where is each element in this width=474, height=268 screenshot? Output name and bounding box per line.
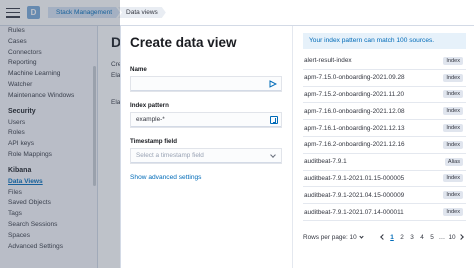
source-type-badge: Index: [443, 124, 463, 133]
list-item: auditbeat-7.9.1-2021.04.15-000009 Index: [303, 187, 466, 205]
source-name: auditbeat-7.9.1-2021.01.15-000005: [304, 174, 405, 182]
source-name: auditbeat-7.9.1-2021.07.14-000011: [304, 208, 404, 216]
breadcrumb-data-views: Data views: [118, 7, 166, 18]
timestamp-placeholder: Select a timestamp field: [136, 152, 204, 159]
timestamp-select[interactable]: Select a timestamp field: [130, 148, 282, 164]
show-advanced-settings-link[interactable]: Show advanced settings: [130, 173, 282, 183]
source-name: alert-result-index: [304, 57, 352, 65]
page-5-button[interactable]: 5: [427, 234, 437, 241]
flyout-form: Create data view Name Index pattern exam…: [121, 26, 293, 268]
source-name: auditbeat-7.9.1: [304, 158, 347, 166]
page-2-button[interactable]: 2: [397, 234, 407, 241]
source-name: apm-7.16.2-onboarding-2021.12.16: [304, 141, 405, 149]
page-4-button[interactable]: 4: [417, 234, 427, 241]
list-item: apm-7.16.1-onboarding-2021.12.13 Index: [303, 120, 466, 137]
timestamp-label: Timestamp field: [130, 138, 177, 145]
source-name: apm-7.15.2-onboarding-2021.11.20: [304, 90, 405, 98]
flyout-title: Create data view: [130, 35, 237, 50]
index-pattern-value: example-*: [136, 116, 165, 123]
source-type-badge: Index: [443, 140, 463, 149]
rows-per-page-button[interactable]: Rows per page: 10: [303, 233, 364, 241]
chevron-down-icon: [270, 152, 276, 158]
source-type-badge: Index: [443, 73, 463, 82]
overlay-mask[interactable]: [0, 0, 120, 268]
list-item: apm-7.16.2-onboarding-2021.12.16 Index: [303, 137, 466, 154]
source-type-badge: Index: [443, 56, 463, 65]
source-name: apm-7.16.0-onboarding-2021.12.08: [304, 107, 405, 115]
source-type-badge: Index: [443, 107, 463, 116]
index-pattern-label: Index pattern: [130, 102, 169, 109]
cursor-indicator-icon: [269, 80, 277, 88]
pagination: Rows per page: 10 1 2 3 4 5 … 10: [303, 232, 467, 242]
list-item: apm-7.15.0-onboarding-2021.09.28 Index: [303, 70, 466, 87]
page-buttons: 1 2 3 4 5 … 10: [377, 232, 467, 242]
source-type-badge: Alias: [444, 157, 463, 166]
next-page-icon[interactable]: [457, 232, 467, 242]
list-item: apm-7.15.2-onboarding-2021.11.20 Index: [303, 87, 466, 104]
source-name: apm-7.15.0-onboarding-2021.09.28: [304, 74, 405, 82]
source-type-badge: Index: [443, 174, 463, 183]
source-name: auditbeat-7.9.1-2021.04.15-000009: [304, 191, 405, 199]
index-pattern-preview: Your index pattern can match 100 sources…: [293, 26, 474, 268]
page-1-button[interactable]: 1: [387, 234, 397, 241]
page-10-button[interactable]: 10: [447, 234, 457, 241]
name-label: Name: [130, 66, 147, 73]
ellipsis: …: [438, 233, 446, 241]
create-data-view-flyout: Create data view Name Index pattern exam…: [120, 26, 474, 268]
chevron-down-icon: [359, 233, 364, 239]
source-type-badge: Index: [443, 90, 463, 99]
list-item: apm-7.16.0-onboarding-2021.12.08 Index: [303, 103, 466, 121]
source-type-badge: Index: [443, 208, 463, 217]
list-item: auditbeat-7.9.1 Alias: [303, 154, 466, 171]
match-callout: Your index pattern can match 100 sources…: [303, 33, 466, 49]
clipboard-icon[interactable]: [270, 116, 278, 124]
list-item: alert-result-index Index: [303, 53, 466, 70]
name-field[interactable]: [130, 76, 282, 92]
source-type-badge: Index: [443, 191, 463, 200]
previous-page-icon[interactable]: [377, 232, 387, 242]
list-item: auditbeat-7.9.1-2021.07.14-000011 Index: [303, 204, 466, 221]
index-pattern-field[interactable]: example-*: [130, 112, 282, 128]
page-3-button[interactable]: 3: [407, 234, 417, 241]
sources-list: alert-result-index Index apm-7.15.0-onboar…: [303, 53, 466, 221]
list-item: auditbeat-7.9.1-2021.01.15-000005 Index: [303, 171, 466, 188]
source-name: apm-7.16.1-onboarding-2021.12.13: [304, 124, 405, 132]
